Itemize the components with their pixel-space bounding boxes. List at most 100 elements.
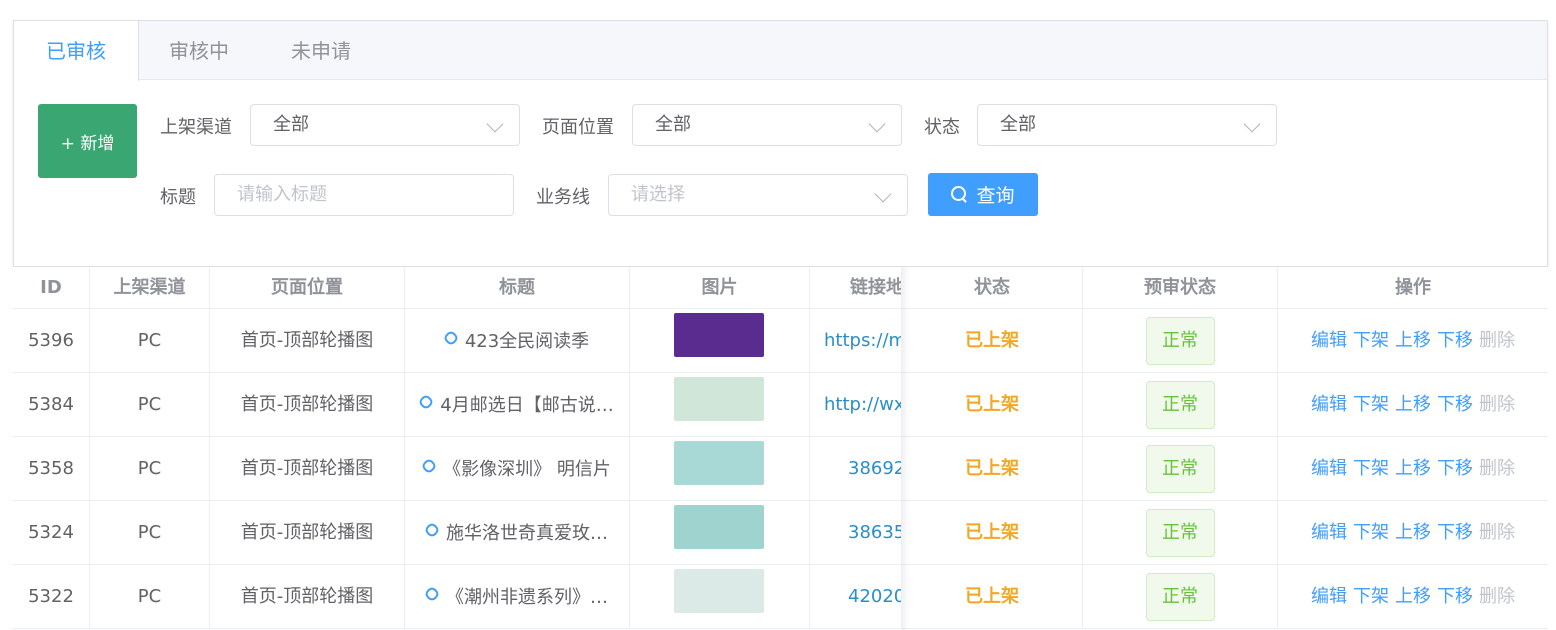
move-up-button[interactable]: 上移 bbox=[1395, 330, 1431, 351]
edit-button[interactable]: 编辑 bbox=[1311, 458, 1347, 479]
table-header: ID 上架渠道 页面位置 标题 图片 链接地址 状态 预审状态 操作 bbox=[13, 267, 1548, 309]
banner-thumbnail[interactable] bbox=[674, 505, 764, 549]
edit-button[interactable]: 编辑 bbox=[1311, 394, 1347, 415]
tab-bar: 已审核 审核中 未申请 bbox=[14, 21, 1547, 81]
cell-title[interactable]: 423全民阅读季 bbox=[405, 309, 630, 372]
unpublish-button[interactable]: 下架 bbox=[1353, 394, 1389, 415]
status-label: 状态 bbox=[924, 117, 960, 138]
review-status-badge: 正常 bbox=[1145, 509, 1215, 557]
cell-id: 5322 bbox=[13, 565, 90, 628]
delete-button[interactable]: 删除 bbox=[1479, 458, 1515, 479]
header-title: 标题 bbox=[405, 267, 630, 309]
cell-channel: PC bbox=[90, 373, 210, 436]
unpublish-button[interactable]: 下架 bbox=[1353, 586, 1389, 607]
cell-position: 首页-顶部轮播图 bbox=[210, 373, 405, 436]
cell-link[interactable]: http://wxy bbox=[810, 373, 902, 436]
move-down-button[interactable]: 下移 bbox=[1437, 458, 1473, 479]
move-down-button[interactable]: 下移 bbox=[1437, 586, 1473, 607]
banner-thumbnail[interactable] bbox=[674, 313, 764, 357]
header-ops: 操作 bbox=[1395, 277, 1431, 298]
move-down-button[interactable]: 下移 bbox=[1437, 522, 1473, 543]
unpublish-button[interactable]: 下架 bbox=[1353, 330, 1389, 351]
cell-title[interactable]: 施华洛世奇真爱玫… bbox=[405, 501, 630, 564]
channel-select[interactable]: 全部 bbox=[250, 104, 520, 146]
edit-button[interactable]: 编辑 bbox=[1311, 522, 1347, 543]
cell-link[interactable]: 386351 bbox=[810, 501, 902, 564]
banner-thumbnail[interactable] bbox=[674, 569, 764, 613]
cell-link-text[interactable]: 420200 bbox=[848, 586, 901, 607]
delete-button[interactable]: 删除 bbox=[1479, 394, 1515, 415]
tab-approved[interactable]: 已审核 bbox=[14, 21, 139, 81]
cell-title-text: 施华洛世奇真爱玫… bbox=[446, 522, 608, 544]
cell-image bbox=[630, 501, 810, 564]
chevron-down-icon bbox=[1243, 115, 1261, 133]
cell-image bbox=[630, 373, 810, 436]
data-table: ID 上架渠道 页面位置 标题 图片 链接地址 状态 预审状态 操作 5396P… bbox=[13, 267, 1548, 630]
header-link: 链接地址 bbox=[810, 267, 902, 309]
move-up-button[interactable]: 上移 bbox=[1395, 394, 1431, 415]
add-button[interactable]: + 新增 bbox=[38, 104, 137, 178]
query-button[interactable]: 查询 bbox=[928, 173, 1038, 216]
cell-title[interactable]: 4月邮选日【邮古说… bbox=[405, 373, 630, 436]
cell-link-text[interactable]: https://mp bbox=[824, 330, 901, 351]
cell-title[interactable]: 《潮州非遗系列》… bbox=[405, 565, 630, 628]
move-down-button[interactable]: 下移 bbox=[1437, 394, 1473, 415]
move-up-button[interactable]: 上移 bbox=[1395, 458, 1431, 479]
cell-link-text[interactable]: 386927 bbox=[848, 458, 901, 479]
cell-review-status: 正常 bbox=[1083, 437, 1278, 500]
review-status-badge: 正常 bbox=[1145, 317, 1215, 365]
header-image: 图片 bbox=[630, 267, 810, 309]
banner-thumbnail[interactable] bbox=[674, 441, 764, 485]
cell-title[interactable]: 《影像深圳》 明信片 bbox=[405, 437, 630, 500]
status-badge: 已上架 bbox=[965, 394, 1019, 415]
cell-link-text[interactable]: 386351 bbox=[848, 522, 901, 543]
cell-position: 首页-顶部轮播图 bbox=[210, 309, 405, 372]
tab-reviewing[interactable]: 审核中 bbox=[154, 21, 244, 81]
cell-title-text: 《影像深圳》 明信片 bbox=[443, 458, 611, 480]
title-input[interactable]: 请输入标题 bbox=[214, 174, 514, 216]
chevron-down-icon bbox=[868, 115, 886, 133]
status-badge: 已上架 bbox=[965, 586, 1019, 607]
cell-image bbox=[630, 565, 810, 628]
tab-not-applied[interactable]: 未申请 bbox=[276, 21, 366, 81]
edit-button[interactable]: 编辑 bbox=[1311, 330, 1347, 351]
cell-ops: 编辑 下架 上移 下移 删除 bbox=[1278, 565, 1548, 628]
move-up-button[interactable]: 上移 bbox=[1395, 522, 1431, 543]
cell-channel: PC bbox=[90, 565, 210, 628]
filter-card: 已审核 审核中 未申请 + 新增 上架渠道 全部 页面位置 全部 状态 全部 标… bbox=[13, 20, 1548, 267]
status-select-value: 全部 bbox=[1000, 114, 1036, 135]
cell-id: 5358 bbox=[13, 437, 90, 500]
banner-thumbnail[interactable] bbox=[674, 377, 764, 421]
cell-title-text: 4月邮选日【邮古说… bbox=[440, 394, 614, 416]
table-row: 5324PC首页-顶部轮播图 施华洛世奇真爱玫… 386351 已上架 正常 编辑下架上移… bbox=[13, 501, 1548, 565]
unpublish-button[interactable]: 下架 bbox=[1353, 522, 1389, 543]
cell-id: 5396 bbox=[13, 309, 90, 372]
cell-link[interactable]: 386927 bbox=[810, 437, 902, 500]
title-input-placeholder: 请输入标题 bbox=[237, 184, 327, 205]
header-review-status: 预审状态 bbox=[1083, 267, 1278, 309]
move-down-button[interactable]: 下移 bbox=[1437, 330, 1473, 351]
link-icon bbox=[420, 457, 438, 475]
position-select[interactable]: 全部 bbox=[632, 104, 902, 146]
business-select[interactable]: 请选择 bbox=[608, 174, 908, 216]
cell-link-text[interactable]: http://wxy bbox=[824, 394, 901, 415]
cell-position: 首页-顶部轮播图 bbox=[210, 501, 405, 564]
delete-button[interactable]: 删除 bbox=[1479, 522, 1515, 543]
cell-link[interactable]: 420200 bbox=[810, 565, 902, 628]
move-up-button[interactable]: 上移 bbox=[1395, 586, 1431, 607]
edit-button[interactable]: 编辑 bbox=[1311, 586, 1347, 607]
cell-ops: 编辑 下架 上移 下移 删除 bbox=[1278, 309, 1548, 372]
header-status: 状态 bbox=[902, 267, 1083, 309]
status-badge: 已上架 bbox=[965, 330, 1019, 351]
delete-button[interactable]: 删除 bbox=[1479, 586, 1515, 607]
unpublish-button[interactable]: 下架 bbox=[1353, 458, 1389, 479]
link-icon bbox=[417, 393, 435, 411]
table-row: 5358PC首页-顶部轮播图 《影像深圳》 明信片 386927 已上架 正常 编辑下架上… bbox=[13, 437, 1548, 501]
delete-button[interactable]: 删除 bbox=[1479, 330, 1515, 351]
status-select[interactable]: 全部 bbox=[977, 104, 1277, 146]
header-position: 页面位置 bbox=[210, 267, 405, 309]
cell-channel: PC bbox=[90, 309, 210, 372]
cell-link[interactable]: https://mp bbox=[810, 309, 902, 372]
cell-position: 首页-顶部轮播图 bbox=[210, 437, 405, 500]
cell-id: 5384 bbox=[13, 373, 90, 436]
